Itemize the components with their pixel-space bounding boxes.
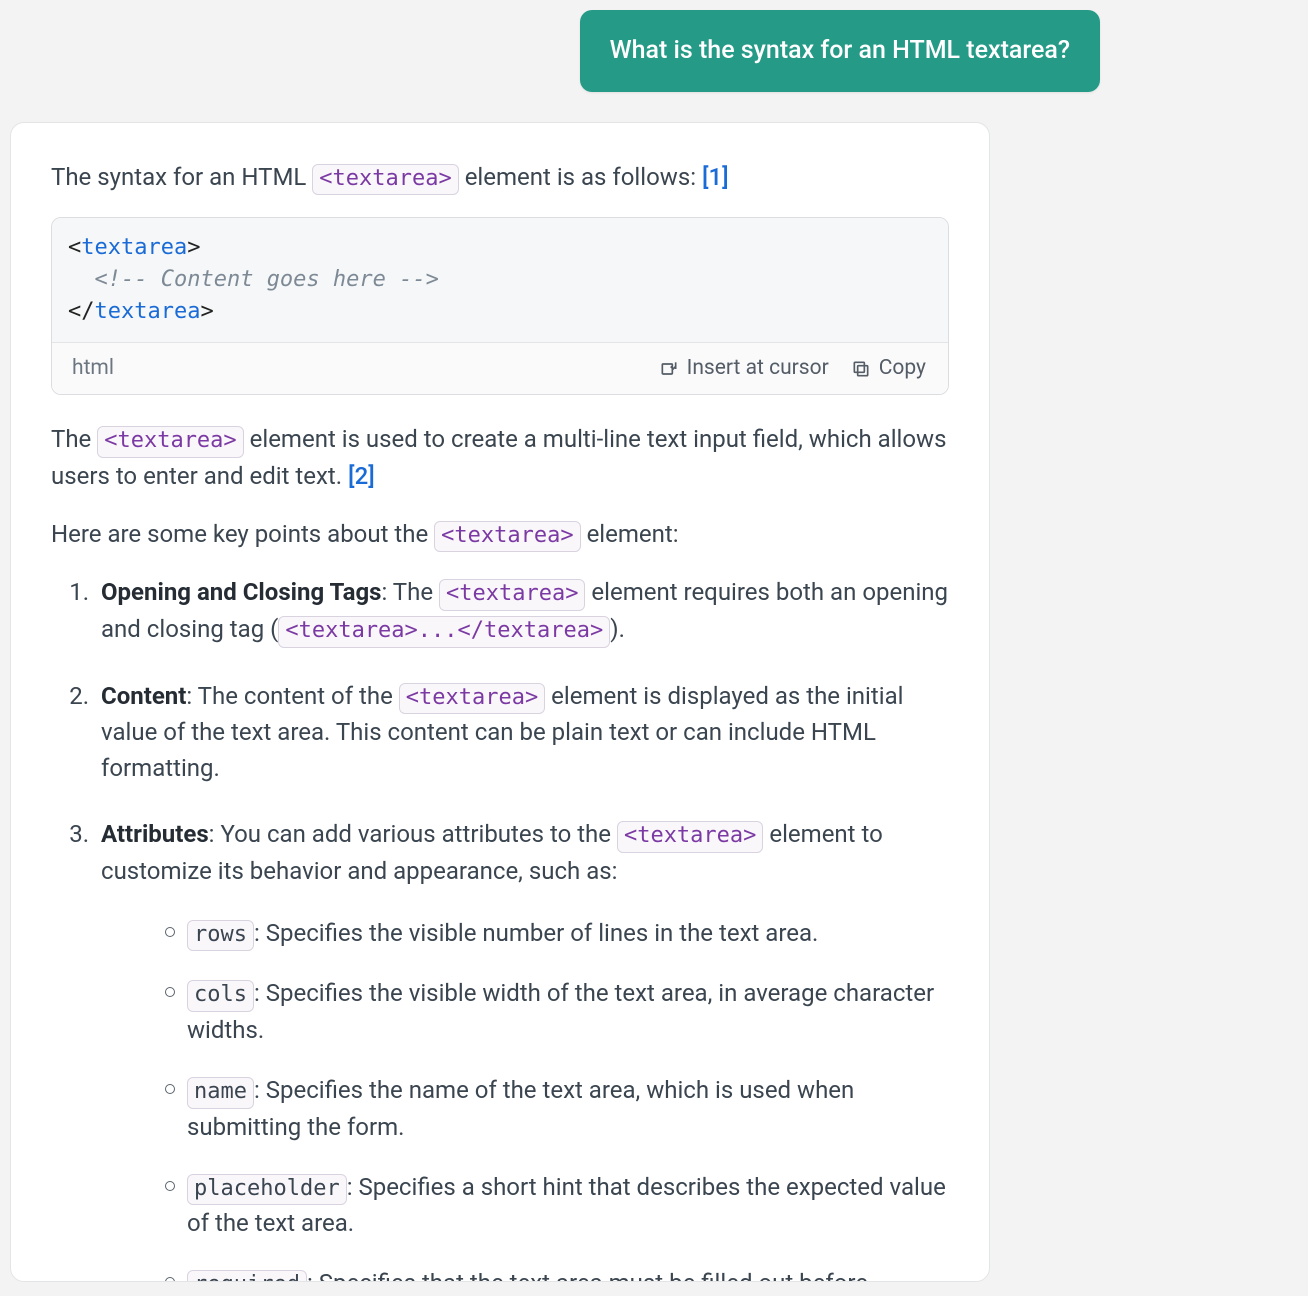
insert-label: Insert at cursor	[687, 353, 829, 385]
kp3-code1: <textarea>	[617, 821, 763, 853]
intro-textarea-code: <textarea>	[312, 164, 458, 196]
attr-cols-name: cols	[187, 980, 254, 1012]
kp1-code1: <textarea>	[439, 579, 585, 611]
kp-intro-code: <textarea>	[434, 521, 580, 553]
attr-placeholder: placeholder: Specifies a short hint that…	[165, 1169, 949, 1242]
insert-icon	[659, 359, 679, 379]
attr-cols-desc: : Specifies the visible width of the tex…	[187, 979, 934, 1044]
kp-intro-post: element:	[581, 520, 679, 548]
kp2-a: : The content of the	[186, 682, 398, 710]
copy-label: Copy	[879, 353, 926, 385]
intro-text-post: element is as follows:	[459, 163, 702, 191]
desc-pre: The	[51, 425, 97, 453]
copy-icon	[851, 359, 871, 379]
code-block: <textarea> <!-- Content goes here --> </…	[51, 217, 949, 395]
kp1-title: Opening and Closing Tags	[101, 578, 382, 606]
tok: >	[200, 299, 213, 324]
kp3-title: Attributes	[101, 820, 209, 848]
keypoint-3: Attributes: You can add various attribut…	[95, 816, 949, 1281]
kp-intro-pre: Here are some key points about the	[51, 520, 434, 548]
desc-textarea-code: <textarea>	[97, 426, 243, 458]
kp3-a: : You can add various attributes to the	[209, 820, 617, 848]
keypoint-2: Content: The content of the <textarea> e…	[95, 678, 949, 787]
code-language-label: html	[72, 353, 637, 385]
tok: Content goes here	[147, 267, 399, 292]
attr-cols: cols: Specifies the visible width of the…	[165, 975, 949, 1048]
user-message-row: What is the syntax for an HTML textarea?	[10, 8, 1298, 92]
keypoints-list: Opening and Closing Tags: The <textarea>…	[95, 574, 949, 1281]
kp2-code1: <textarea>	[399, 683, 545, 715]
attr-placeholder-name: placeholder	[187, 1174, 347, 1206]
tok: textarea	[95, 299, 201, 324]
attr-rows-desc: : Specifies the visible number of lines …	[254, 919, 818, 947]
kp1-a: : The	[382, 578, 440, 606]
code-toolbar: html Insert at cursor Copy	[52, 342, 948, 395]
tok	[68, 267, 95, 292]
attr-name-name: name	[187, 1077, 254, 1109]
tok: <!--	[95, 267, 148, 292]
keypoint-1: Opening and Closing Tags: The <textarea>…	[95, 574, 949, 647]
insert-at-cursor-button[interactable]: Insert at cursor	[659, 353, 829, 385]
copy-button[interactable]: Copy	[851, 353, 926, 385]
attr-required-name: required	[187, 1270, 307, 1281]
tok: <	[68, 235, 81, 260]
kp1-code2: <textarea>...</textarea>	[278, 616, 610, 648]
assistant-response-card: The syntax for an HTML <textarea> elemen…	[10, 122, 990, 1282]
description-paragraph: The <textarea> element is used to create…	[51, 421, 949, 494]
kp1-c: ).	[610, 615, 625, 643]
attr-rows: rows: Specifies the visible number of li…	[165, 915, 949, 952]
reference-link-2[interactable]: [2]	[348, 462, 375, 490]
reference-link-1[interactable]: [1]	[702, 163, 729, 191]
attr-name-desc: : Specifies the name of the text area, w…	[187, 1076, 854, 1141]
attr-name: name: Specifies the name of the text are…	[165, 1072, 949, 1145]
tok: textarea	[81, 235, 187, 260]
user-message-bubble: What is the syntax for an HTML textarea?	[580, 10, 1100, 92]
attr-rows-name: rows	[187, 920, 254, 952]
attributes-list: rows: Specifies the visible number of li…	[165, 915, 949, 1282]
kp2-title: Content	[101, 682, 186, 710]
tok: -->	[399, 267, 439, 292]
user-message-text: What is the syntax for an HTML textarea?	[610, 36, 1070, 65]
tok: >	[187, 235, 200, 260]
code-content: <textarea> <!-- Content goes here --> </…	[52, 218, 948, 342]
intro-text-pre: The syntax for an HTML	[51, 163, 312, 191]
keypoints-intro: Here are some key points about the <text…	[51, 516, 949, 553]
tok: </	[68, 299, 95, 324]
intro-paragraph: The syntax for an HTML <textarea> elemen…	[51, 159, 949, 196]
attr-required: required: Specifies that the text area m…	[165, 1265, 949, 1281]
